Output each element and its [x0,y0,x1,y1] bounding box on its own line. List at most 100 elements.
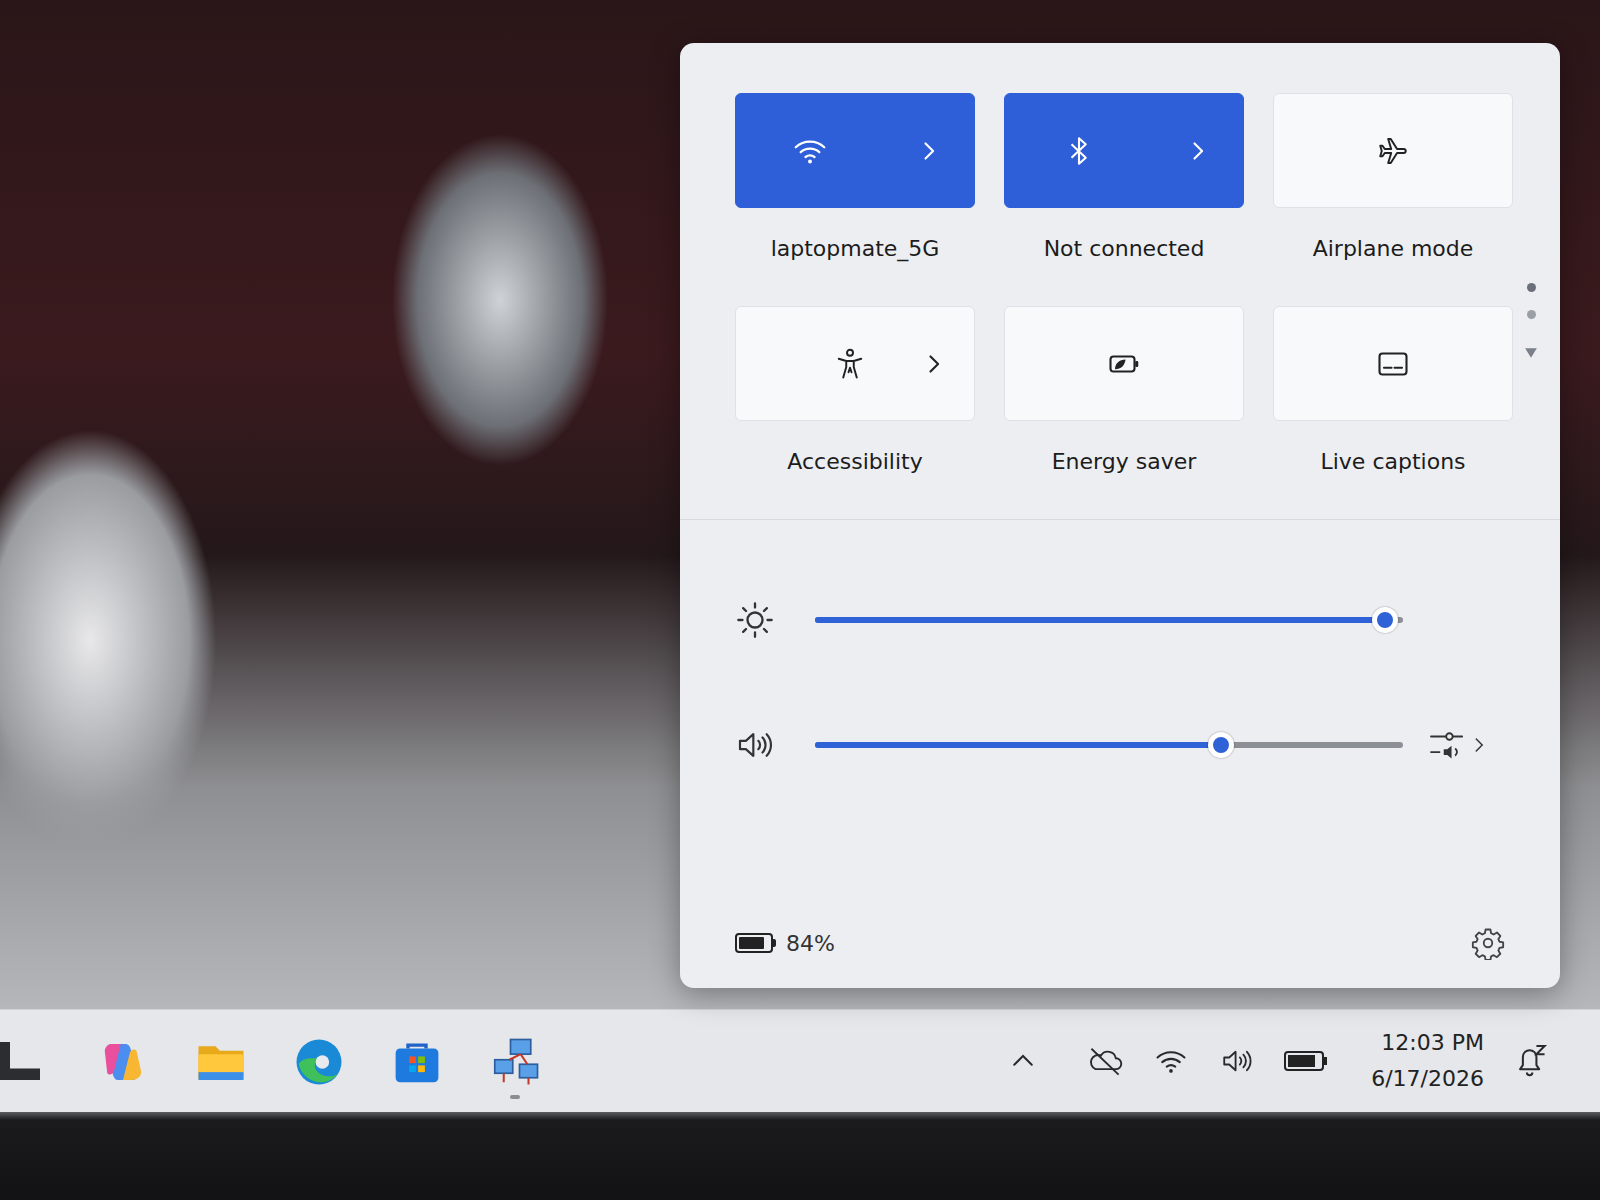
taskbar-app[interactable] [488,1023,542,1099]
laptop-screen: laptopmate_5G Not connected Airplane mode A… [0,0,1600,1200]
slider-thumb[interactable] [1372,607,1398,633]
tile-expand-button[interactable] [884,94,974,207]
screen-bezel [0,1112,1600,1200]
slider-row [735,600,1560,640]
slider-track[interactable] [815,617,1403,623]
slider-fill [815,742,1221,748]
battery-body [1284,1051,1324,1071]
tile-cell: laptopmate_5G [735,93,975,264]
tile-toggle[interactable] [736,307,964,420]
page-dot[interactable] [1527,283,1536,292]
battery-percent: 84% [786,931,835,956]
divider [680,519,1560,520]
page-indicator [1524,93,1538,477]
volume-icon[interactable] [1218,1044,1256,1078]
accessibility-icon [832,346,868,382]
page-dot[interactable] [1527,310,1536,319]
volume-mixer-button[interactable] [1428,728,1490,762]
copilot-icon [96,1035,150,1089]
edge-icon [292,1035,346,1089]
wifi-icon [792,133,828,169]
quick-tile[interactable] [735,306,975,421]
tile-toggle[interactable] [1274,94,1512,207]
tile-expand-button[interactable] [1153,94,1243,207]
tiles-grid: laptopmate_5G Not connected Airplane mode A… [735,93,1513,477]
taskbar-app[interactable] [96,1023,150,1099]
battery-fill [739,937,764,949]
sliders-area [680,520,1560,765]
taskbar-apps [96,1023,542,1099]
battery-tip [1324,1057,1327,1065]
cloud-off-icon[interactable] [1086,1044,1124,1078]
slider-fill [815,617,1385,623]
clock-date: 6/17/2026 [1371,1061,1484,1097]
airplane-icon [1375,133,1411,169]
panel-footer: 84% [680,898,1560,988]
tile-cell: Airplane mode [1273,93,1513,264]
clock[interactable]: 12:03 PM6/17/2026 [1371,1025,1484,1097]
quick-tile[interactable] [1004,93,1244,208]
battery-icon [735,933,776,953]
tile-label: Accessibility [787,447,922,477]
energy-saver-icon [1106,346,1142,382]
quick-tile[interactable] [1004,306,1244,421]
running-indicator [216,1095,226,1099]
running-indicator [314,1095,324,1099]
chevron-up-icon[interactable] [1008,1046,1038,1076]
quick-tile[interactable] [1273,93,1513,208]
running-indicator [510,1095,520,1099]
page-down-icon[interactable] [1524,347,1538,359]
brightness-icon [735,600,775,640]
system-tray: 12:03 PM6/17/2026 [1008,1025,1550,1097]
chevron-right-icon [920,350,948,378]
slider-row [735,725,1560,765]
start-button[interactable] [0,1042,40,1080]
wifi-icon[interactable] [1152,1044,1190,1078]
tile-cell: Energy saver [1004,306,1244,477]
tiles-area: laptopmate_5G Not connected Airplane mode A… [680,43,1560,477]
tile-toggle[interactable] [1005,94,1153,207]
gear-icon[interactable] [1471,926,1505,960]
quick-settings-panel: laptopmate_5G Not connected Airplane mode A… [680,43,1560,988]
battery-icon[interactable] [1284,1051,1327,1071]
tile-cell: Live captions [1273,306,1513,477]
mixer-icon [1428,728,1468,762]
captions-icon [1375,346,1411,382]
slider-track[interactable] [815,742,1403,748]
battery-fill [1288,1055,1315,1067]
quick-tile[interactable] [1273,306,1513,421]
running-indicator [118,1095,128,1099]
tile-toggle[interactable] [1005,307,1243,420]
network-computers-icon [488,1035,542,1089]
running-indicator [412,1095,422,1099]
bluetooth-icon [1061,133,1097,169]
tile-cell: Not connected [1004,93,1244,264]
taskbar: 12:03 PM6/17/2026 [0,1009,1600,1112]
tile-label: Energy saver [1052,447,1197,477]
chevron-right-icon [1468,734,1490,756]
tile-toggle[interactable] [1274,307,1512,420]
taskbar-app[interactable] [194,1023,248,1099]
battery-tip [773,939,776,947]
taskbar-app[interactable] [390,1023,444,1099]
tile-label: Airplane mode [1313,234,1474,264]
tile-label: Live captions [1320,447,1465,477]
tile-cell: Accessibility [735,306,975,477]
tile-expand-button[interactable] [894,307,974,420]
battery-body [735,933,773,953]
store-icon [390,1035,444,1089]
battery-status[interactable]: 84% [735,931,835,956]
tile-toggle[interactable] [736,94,884,207]
desktop: laptopmate_5G Not connected Airplane mode A… [0,0,1600,1009]
tile-label: Not connected [1044,234,1205,264]
tile-label: laptopmate_5G [771,234,940,264]
quick-tile[interactable] [735,93,975,208]
taskbar-app[interactable] [292,1023,346,1099]
chevron-right-icon [915,137,943,165]
notification-bell-icon[interactable] [1512,1042,1550,1080]
chevron-right-icon [1184,137,1212,165]
folder-icon [194,1035,248,1089]
speaker-icon[interactable] [735,725,775,765]
clock-time: 12:03 PM [1381,1025,1484,1061]
slider-thumb[interactable] [1208,732,1234,758]
